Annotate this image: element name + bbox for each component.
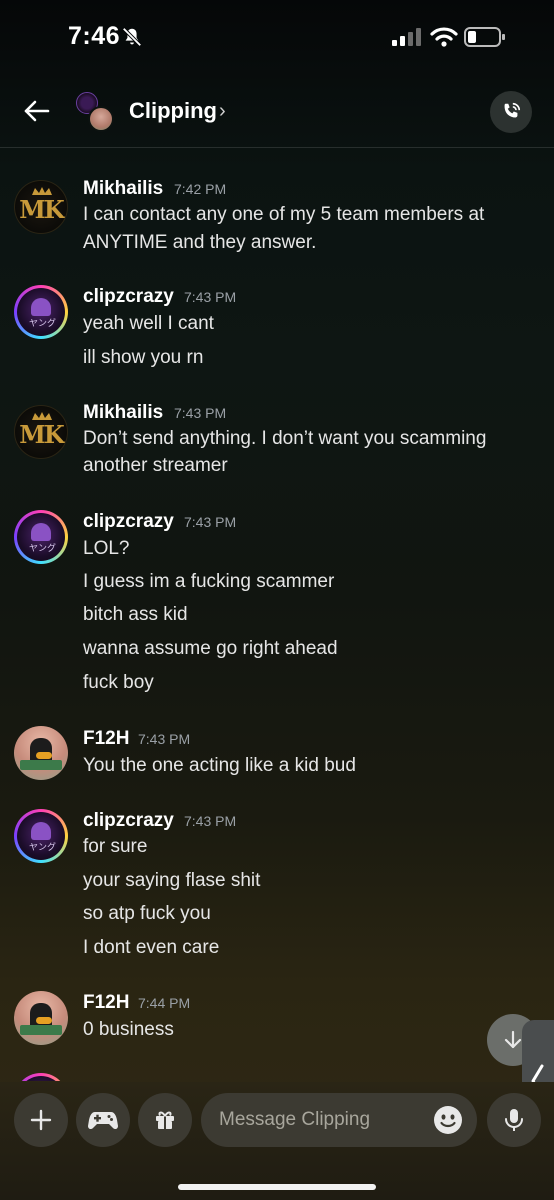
author-name[interactable]: clipzcrazy xyxy=(83,810,174,832)
message-line: your saying flase shit xyxy=(83,870,261,891)
message-line: wanna assume go right ahead xyxy=(83,638,338,659)
message-composer: Message Clipping xyxy=(0,1082,554,1200)
timestamp: 7:43 PM xyxy=(184,813,237,829)
avatar-glyph: ヤング xyxy=(29,319,57,329)
avatar-art xyxy=(36,752,52,759)
ghost-icon xyxy=(31,523,51,541)
chevron-right-icon[interactable]: › xyxy=(219,100,226,123)
avatar-glyph: ヤング xyxy=(29,544,57,554)
message-line: LOL? xyxy=(83,538,130,559)
channel-title[interactable]: Clipping xyxy=(129,98,217,124)
avatar-monogram: MK xyxy=(19,419,64,449)
voice-message-button[interactable] xyxy=(487,1093,541,1147)
message-list[interactable]: MK Mikhailis 7:42 PM I can contact any o… xyxy=(0,149,554,1081)
avatar[interactable]: ヤング xyxy=(14,510,68,564)
emoji-icon[interactable] xyxy=(433,1105,463,1135)
add-attachment-button[interactable] xyxy=(14,1093,68,1147)
message-line: Don’t send anything. I don’t want you sc… xyxy=(83,428,487,449)
avatar-art xyxy=(20,1025,62,1035)
gift-button[interactable] xyxy=(138,1093,192,1147)
message-line: 0 business xyxy=(83,1019,174,1040)
author-name[interactable]: clipzcrazy xyxy=(83,511,174,533)
avatar-glyph: ヤング xyxy=(29,843,57,853)
avatar-art: ヤング xyxy=(17,513,65,561)
bell-slash-icon xyxy=(122,27,142,47)
phone-call-icon xyxy=(504,102,521,118)
gift-icon xyxy=(156,1111,174,1129)
timestamp: 7:43 PM xyxy=(184,514,237,530)
timestamp: 7:42 PM xyxy=(174,181,227,197)
avatar[interactable]: MK xyxy=(14,405,68,459)
timestamp: 7:43 PM xyxy=(184,289,237,305)
plus-icon xyxy=(30,1109,52,1131)
signal-icon xyxy=(392,28,421,46)
message-line: I dont even care xyxy=(83,937,220,958)
back-arrow-icon[interactable] xyxy=(20,94,54,128)
call-button[interactable] xyxy=(490,91,532,133)
avatar[interactable]: ヤング xyxy=(14,285,68,339)
message-line: bitch ass kid xyxy=(83,604,188,625)
message-line: so atp fuck you xyxy=(83,903,211,924)
gamepad-icon xyxy=(88,1112,118,1130)
avatar-art xyxy=(36,1017,52,1024)
message-line: for sure xyxy=(83,836,148,857)
timestamp: 7:44 PM xyxy=(138,995,191,1011)
avatar[interactable]: MK xyxy=(14,180,68,234)
timestamp: 7:43 PM xyxy=(174,405,227,421)
battery-icon xyxy=(464,27,505,47)
microphone-icon xyxy=(505,1109,523,1131)
message-line: fuck boy xyxy=(83,672,154,693)
author-name[interactable]: Mikhailis xyxy=(83,178,163,200)
message-line: I can contact any one of my 5 team membe… xyxy=(83,204,485,225)
author-name[interactable]: F12H xyxy=(83,728,129,750)
message-input-placeholder: Message Clipping xyxy=(219,1109,371,1130)
ghost-icon xyxy=(31,822,51,840)
message-line: another streamer xyxy=(83,455,228,476)
message-line: ANYTIME and they answer. xyxy=(83,232,317,253)
activities-button[interactable] xyxy=(76,1093,130,1147)
timestamp: 7:43 PM xyxy=(138,731,191,747)
avatar-art xyxy=(20,760,62,770)
avatar-art: ヤング xyxy=(17,812,65,860)
home-indicator[interactable] xyxy=(178,1184,376,1190)
status-bar: 7:46 xyxy=(0,0,554,72)
crown-icon xyxy=(32,187,52,195)
message-line: I guess im a fucking scammer xyxy=(83,571,335,592)
avatar[interactable] xyxy=(14,726,68,780)
author-name[interactable]: Mikhailis xyxy=(83,402,163,424)
avatar[interactable]: ヤング xyxy=(14,809,68,863)
ghost-icon xyxy=(31,298,51,316)
status-time: 7:46 xyxy=(68,22,121,50)
crown-icon xyxy=(32,412,52,420)
group-avatar[interactable] xyxy=(76,92,116,132)
message-line: yeah well I cant xyxy=(83,313,214,334)
message-line: You the one acting like a kid bud xyxy=(83,755,356,776)
avatar[interactable] xyxy=(14,1073,68,1081)
wifi-icon xyxy=(430,27,458,47)
avatar-monogram: MK xyxy=(19,194,64,224)
author-name[interactable]: F12H xyxy=(83,992,129,1014)
message-line: ill show you rn xyxy=(83,347,204,368)
message-input[interactable]: Message Clipping xyxy=(201,1093,477,1147)
avatar-art xyxy=(17,1076,65,1081)
chat-header: Clipping › xyxy=(0,80,554,148)
avatar-art: ヤング xyxy=(17,288,65,336)
avatar[interactable] xyxy=(14,991,68,1045)
author-name[interactable]: clipzcrazy xyxy=(83,286,174,308)
member-avatar-small xyxy=(88,106,114,132)
